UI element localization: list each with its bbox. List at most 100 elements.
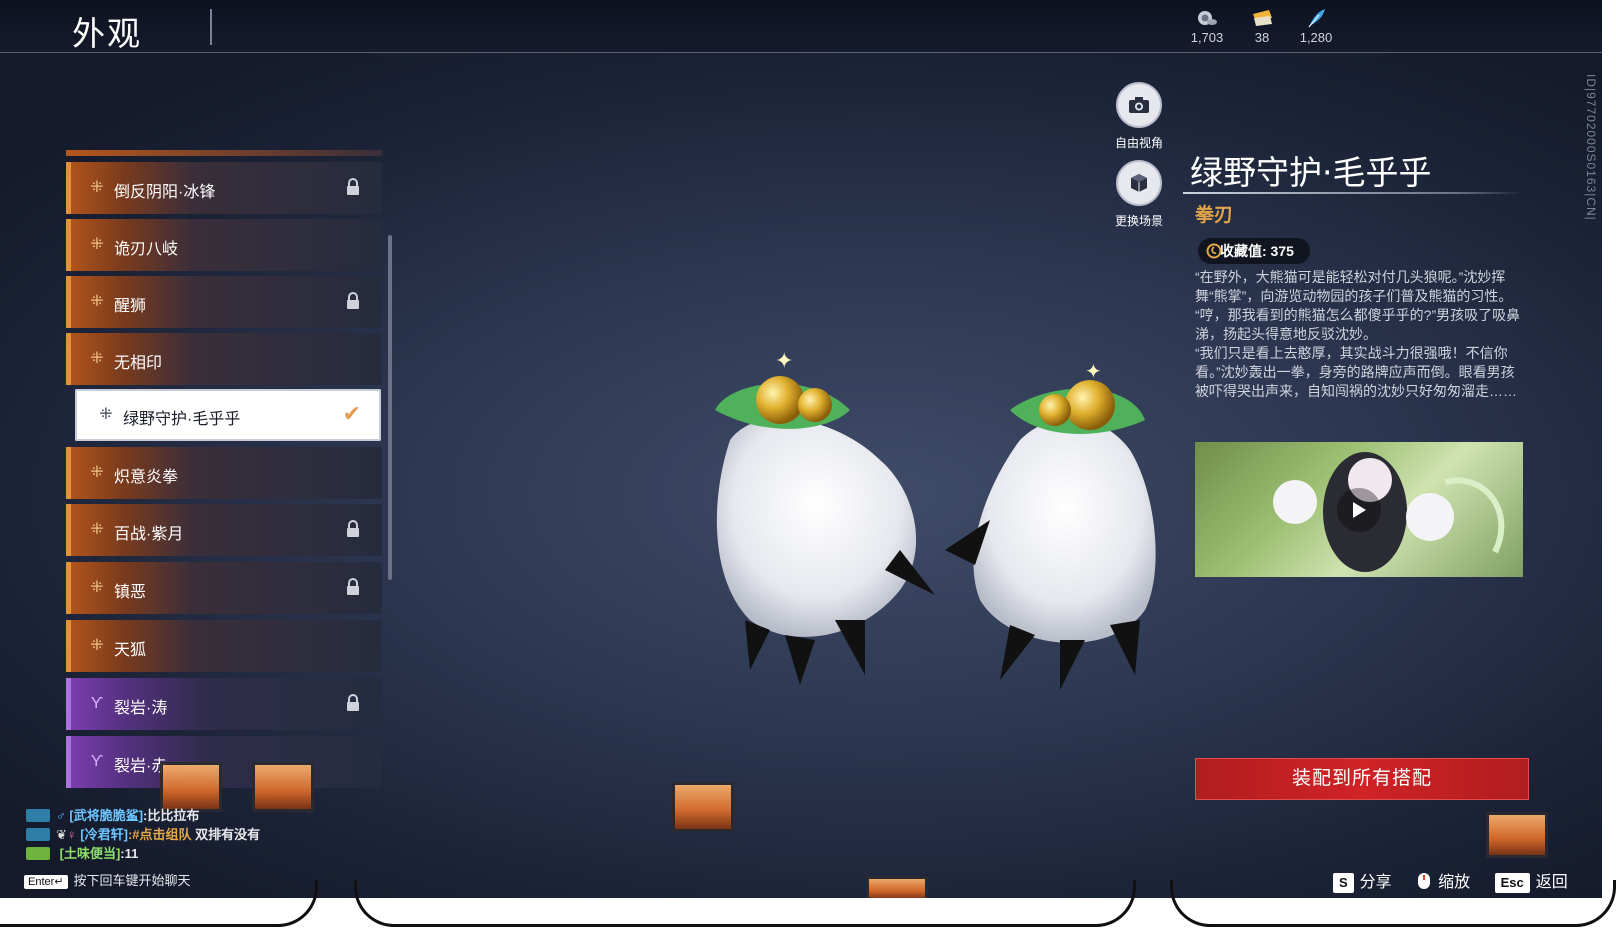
weapon-type-icon: ⁜	[90, 637, 104, 654]
free-view-button[interactable]: 自由视角	[1104, 82, 1174, 151]
description-paragraph: “我们只是看上去憨厚，其实战斗力很强哦！不信你看。”沈妙轰出一拳，身旁的路牌应声…	[1195, 345, 1517, 399]
skin-model-preview[interactable]: ✦ ✦	[690, 350, 1210, 700]
lock-icon	[347, 292, 359, 309]
collection-value-badge: 收藏值: 375	[1198, 238, 1310, 264]
free-view-label: 自由视角	[1114, 136, 1163, 150]
collection-coin-icon	[1206, 243, 1222, 259]
page-title: 外观	[72, 14, 142, 53]
game-viewport: 外观 1,703 38 1,280 ID|97702000S0163|CN| ⁜…	[0, 0, 1602, 898]
list-item[interactable]: Ƴ 裂岩·涛	[66, 678, 382, 730]
camera-icon	[1116, 82, 1162, 128]
svg-text:✦: ✦	[775, 350, 793, 374]
currency-value: 1,703	[1190, 30, 1224, 45]
weapon-type-icon: ⁜	[90, 293, 104, 310]
guild-emblem-icon: ❦	[56, 827, 67, 842]
title-divider	[210, 9, 212, 45]
chat-line: ❦♀ [冷君轩]:#点击组队 双排有没有	[26, 825, 260, 844]
taskbar-shape	[354, 880, 1136, 927]
svg-text:✦: ✦	[1085, 359, 1102, 383]
equip-all-button[interactable]: 装配到所有搭配	[1195, 758, 1529, 800]
right-paw: ✦	[945, 359, 1156, 690]
item-label: 绿野守护·毛乎乎	[123, 411, 241, 428]
lantern-decoration	[1486, 812, 1548, 858]
female-icon: ♀	[66, 827, 77, 842]
cube-icon	[1116, 160, 1162, 206]
list-item[interactable]: ⁜ 倒反阴阳·冰锋	[66, 162, 382, 214]
taskbar-shape	[0, 880, 318, 927]
list-item[interactable]: ⁜ 百战·紫月	[66, 504, 382, 556]
weapon-type-icon: Ƴ	[90, 695, 104, 712]
list-item[interactable]: ⁜ 诡刃八岐	[66, 219, 382, 271]
item-label: 镇恶	[114, 584, 147, 601]
list-item[interactable]: ⁜ 镇恶	[66, 562, 382, 614]
item-label: 倒反阴阳·冰锋	[114, 184, 216, 201]
currency-value: 1,280	[1299, 30, 1333, 45]
lantern-decoration	[160, 762, 222, 812]
skin-list[interactable]: ⁜ 倒反阴阳·冰锋 ⁜ 诡刃八岐 ⁜ 醒狮 ⁜ 无相印 ⁜ 绿野守护·毛乎乎 ✔…	[66, 150, 384, 800]
currency-snail-coin: 1,703	[1177, 8, 1237, 45]
chat-text: 双排有没有	[191, 827, 261, 842]
item-label: 无相印	[114, 355, 163, 372]
chat-text: :11	[120, 846, 139, 861]
lock-icon	[347, 520, 359, 537]
world-channel-icon	[26, 847, 50, 860]
chat-line: ♂ [武将脆脆鲨]:比比拉布	[26, 806, 260, 825]
currency-feather: 1,280	[1286, 8, 1346, 45]
lock-icon	[347, 578, 359, 595]
taskbar-shape	[1170, 880, 1616, 927]
weapon-type-icon: ⁜	[99, 406, 113, 423]
list-item-partial	[66, 150, 382, 156]
collection-value: 收藏值: 375	[1220, 243, 1294, 259]
chat-sender[interactable]: [武将脆脆鲨]	[69, 808, 143, 823]
player-id-vertical: ID|97702000S0163|CN|	[1584, 74, 1598, 221]
team-channel-icon	[26, 809, 50, 822]
list-item[interactable]: ⁜ 天狐	[66, 620, 382, 672]
chat-line: [土味便当]:11	[26, 844, 260, 863]
item-label: 裂岩·涛	[114, 700, 168, 717]
top-bar: 外观 1,703 38 1,280	[0, 0, 1602, 53]
lantern-decoration	[252, 762, 314, 812]
weapon-type-icon: ⁜	[90, 179, 104, 196]
list-item-selected[interactable]: ⁜ 绿野守护·毛乎乎 ✔	[75, 389, 381, 441]
weapon-type-icon: ⁜	[90, 521, 104, 538]
lock-icon	[347, 178, 359, 195]
title-underline	[1183, 192, 1523, 194]
item-label: 天狐	[114, 642, 147, 659]
left-paw: ✦	[715, 350, 935, 685]
lantern-decoration	[672, 782, 734, 832]
list-item[interactable]: ⁜ 炽意炎拳	[66, 447, 382, 499]
weapon-type: 拳刃	[1195, 205, 1234, 226]
description-paragraph: “哼，那我看到的熊猫怎么都傻乎乎的?”男孩吸了吸鼻涕，扬起头得意地反驳沈妙。	[1195, 307, 1521, 342]
currency-value: 38	[1254, 30, 1270, 45]
play-icon[interactable]	[1337, 488, 1381, 532]
item-label: 醒狮	[114, 298, 147, 315]
currency-ticket: 38	[1232, 8, 1292, 45]
item-label: 诡刃八岐	[114, 241, 179, 258]
weapon-type-icon: ⁜	[90, 350, 104, 367]
description-paragraph: “在野外，大熊猫可是能轻松对付几头狼呢。”沈妙挥舞“熊掌”，向游览动物园的孩子们…	[1195, 269, 1513, 304]
skin-title: 绿野守护·毛乎乎	[1190, 153, 1432, 192]
change-scene-label: 更换场景	[1114, 214, 1163, 228]
chat-sender[interactable]: [土味便当]	[60, 846, 121, 861]
list-scrollbar[interactable]	[388, 235, 392, 580]
list-item[interactable]: ⁜ 无相印	[66, 333, 382, 385]
item-label: 百战·紫月	[114, 526, 184, 543]
weapon-type-icon: Ƴ	[90, 753, 104, 770]
chat-log: ♂ [武将脆脆鲨]:比比拉布 ❦♀ [冷君轩]:#点击组队 双排有没有 [土味便…	[26, 806, 260, 863]
skin-description: “在野外，大熊猫可是能轻松对付几头狼呢。”沈妙挥舞“熊掌”，向游览动物园的孩子们…	[1195, 268, 1525, 401]
list-item[interactable]: ⁜ 醒狮	[66, 276, 382, 328]
chat-text: :比比拉布	[143, 808, 200, 823]
lock-icon	[347, 694, 359, 711]
chat-sender[interactable]: [冷君轩]	[80, 827, 128, 842]
feather-icon	[1308, 9, 1325, 28]
weapon-type-icon: ⁜	[90, 236, 104, 253]
team-invite-link[interactable]: :#点击组队	[128, 827, 192, 842]
change-scene-button[interactable]: 更换场景	[1104, 160, 1174, 229]
preview-video-thumbnail[interactable]	[1195, 442, 1523, 577]
checkmark-icon: ✔	[342, 401, 361, 426]
item-label: 炽意炎拳	[114, 469, 179, 486]
ticket-icon	[1253, 10, 1272, 26]
list-item[interactable]: Ƴ 裂岩·赤	[66, 736, 382, 788]
weapon-type-icon: ⁜	[90, 464, 104, 481]
snail-coin-icon	[1198, 11, 1217, 25]
